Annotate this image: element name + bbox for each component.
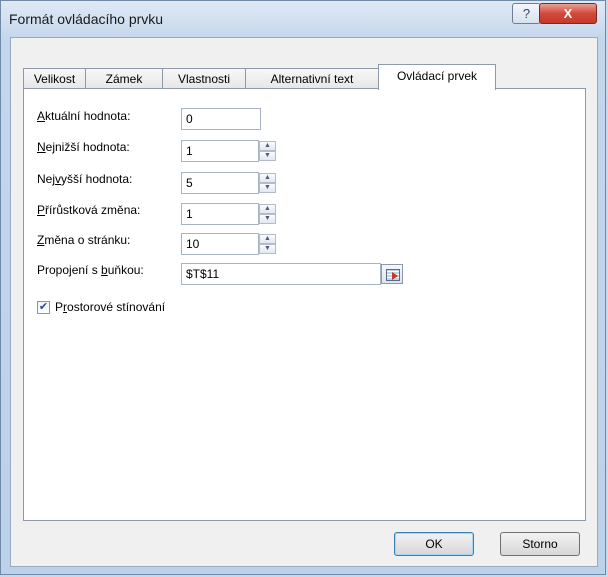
spin-up-icon[interactable]: ▲: [259, 173, 276, 183]
tab-lock[interactable]: Zámek: [85, 68, 163, 89]
spin-down-icon[interactable]: ▼: [259, 183, 276, 193]
spin-down-icon[interactable]: ▼: [259, 151, 276, 161]
spin-down-icon[interactable]: ▼: [259, 214, 276, 224]
collapse-dialog-button[interactable]: [381, 264, 403, 284]
spin-up-icon[interactable]: ▲: [259, 234, 276, 244]
increment-label: Přírůstková změna:: [37, 203, 141, 217]
min-value-input[interactable]: 1: [181, 140, 259, 162]
3d-shading-label[interactable]: Prostorové stínování: [55, 300, 165, 314]
max-value-label: Nejvyšší hodnota:: [37, 172, 133, 186]
format-control-dialog: Formát ovládacího prvku ? X Velikost Zám…: [0, 0, 606, 575]
tab-properties[interactable]: Vlastnosti: [162, 68, 246, 89]
cell-link-label: Propojení s buňkou:: [37, 263, 144, 277]
tab-alt-text[interactable]: Alternativní text: [245, 68, 379, 89]
help-button[interactable]: ?: [512, 3, 541, 24]
max-value-input[interactable]: 5: [181, 172, 259, 194]
cancel-button[interactable]: Storno: [500, 532, 580, 556]
current-value-input[interactable]: 0: [181, 108, 261, 130]
dialog-title: Formát ovládacího prvku: [9, 11, 164, 27]
spin-down-icon[interactable]: ▼: [259, 244, 276, 254]
page-change-input[interactable]: 10: [181, 233, 259, 255]
arrow-icon: [392, 272, 398, 280]
cell-link-input[interactable]: $T$11: [181, 263, 381, 285]
close-button[interactable]: X: [539, 3, 597, 24]
ok-button[interactable]: OK: [394, 532, 474, 556]
increment-input[interactable]: 1: [181, 203, 259, 225]
max-value-spinner[interactable]: ▲ ▼: [259, 173, 276, 193]
page-change-spinner[interactable]: ▲ ▼: [259, 234, 276, 254]
min-value-spinner[interactable]: ▲ ▼: [259, 141, 276, 161]
current-value-label: Aktuální hodnota:: [37, 109, 131, 123]
tab-panel-control: Aktuální hodnota: 0 Nejnižší hodnota: 1 …: [23, 88, 586, 521]
spin-up-icon[interactable]: ▲: [259, 141, 276, 151]
spin-up-icon[interactable]: ▲: [259, 204, 276, 214]
dialog-client-area: Velikost Zámek Vlastnosti Alternativní t…: [10, 37, 598, 567]
tab-control[interactable]: Ovládací prvek: [378, 64, 496, 90]
tab-size[interactable]: Velikost: [23, 68, 86, 89]
3d-shading-checkbox[interactable]: ✔: [37, 301, 50, 314]
increment-spinner[interactable]: ▲ ▼: [259, 204, 276, 224]
min-value-label: Nejnižší hodnota:: [37, 140, 130, 154]
title-bar[interactable]: Formát ovládacího prvku ? X: [1, 1, 605, 37]
page-change-label: Změna o stránku:: [37, 233, 131, 247]
